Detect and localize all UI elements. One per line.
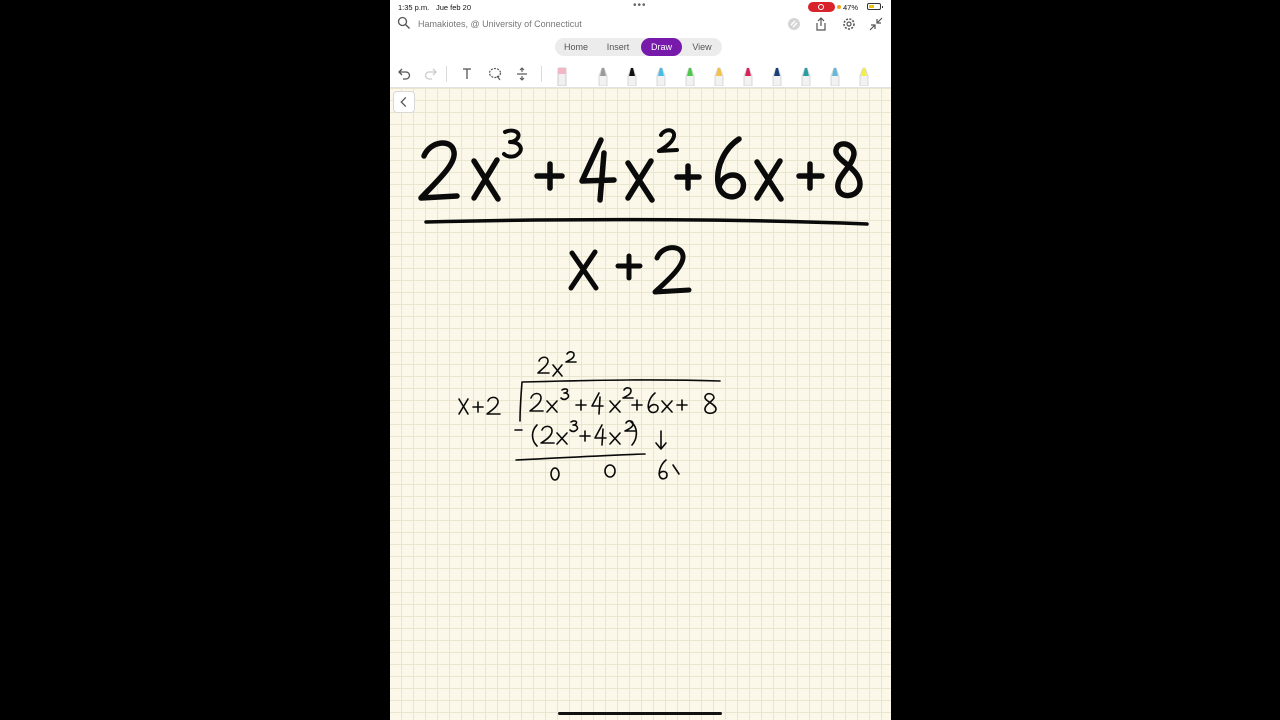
search-icon[interactable]	[397, 16, 411, 30]
toolbar-divider	[446, 66, 447, 82]
handwritten-ink	[418, 128, 869, 481]
screen-recording-icon[interactable]	[808, 2, 835, 12]
teal-pen-icon[interactable]	[800, 64, 812, 86]
status-bar: 1:35 p.m. Jue feb 20 ••• 47%	[390, 0, 891, 14]
home-indicator[interactable]	[558, 712, 722, 715]
sky-pen-icon[interactable]	[829, 64, 841, 86]
yellow-highlighter-icon[interactable]	[858, 64, 870, 86]
tab-view[interactable]: View	[684, 38, 720, 56]
tab-insert[interactable]: Insert	[597, 38, 639, 56]
battery-icon	[867, 3, 883, 10]
tab-draw[interactable]: Draw	[641, 38, 682, 56]
notebook-title[interactable]: Hamakiotes, @ University of Connecticut	[418, 19, 582, 29]
share-icon[interactable]	[813, 16, 829, 32]
mic-indicator-icon	[837, 5, 841, 9]
green-pen-icon[interactable]	[684, 64, 696, 86]
tab-home[interactable]: Home	[557, 38, 595, 56]
status-time: 1:35 p.m.	[398, 3, 430, 12]
ink-fraction-bar	[424, 217, 869, 226]
pencil-icon[interactable]	[597, 64, 609, 86]
ink-numerator	[418, 128, 863, 203]
title-bar: Hamakiotes, @ University of Connecticut	[390, 14, 891, 36]
battery-percent: 47%	[843, 3, 859, 12]
eraser-icon[interactable]	[556, 64, 568, 86]
light-blue-pen-icon[interactable]	[655, 64, 667, 86]
black-pen-icon[interactable]	[626, 64, 638, 86]
lasso-select-icon[interactable]	[487, 66, 503, 82]
red-pen-icon[interactable]	[742, 64, 754, 86]
ribbon-tabs: Home Insert Draw View	[390, 36, 891, 60]
yellow-orange-pen-icon[interactable]	[713, 64, 725, 86]
multitasking-dots-icon[interactable]: •••	[633, 0, 647, 11]
note-canvas[interactable]	[390, 88, 891, 720]
toolbar-divider	[541, 66, 542, 82]
redo-icon[interactable]	[423, 66, 439, 82]
ink-denominator	[568, 245, 692, 295]
collapse-icon[interactable]	[868, 16, 884, 32]
navy-pen-icon[interactable]	[771, 64, 783, 86]
ink-long-division	[458, 351, 721, 481]
ribbon-tab-group: Home Insert Draw View	[555, 38, 722, 56]
sync-icon[interactable]	[786, 16, 802, 32]
text-mode-icon[interactable]	[459, 66, 475, 82]
add-space-icon[interactable]	[514, 66, 530, 82]
undo-icon[interactable]	[396, 66, 412, 82]
draw-toolbar	[390, 60, 891, 88]
settings-gear-icon[interactable]	[841, 16, 857, 32]
status-date: Jue feb 20	[436, 3, 472, 12]
onenote-app: 1:35 p.m. Jue feb 20 ••• 47% Hamakiotes,…	[390, 0, 891, 720]
